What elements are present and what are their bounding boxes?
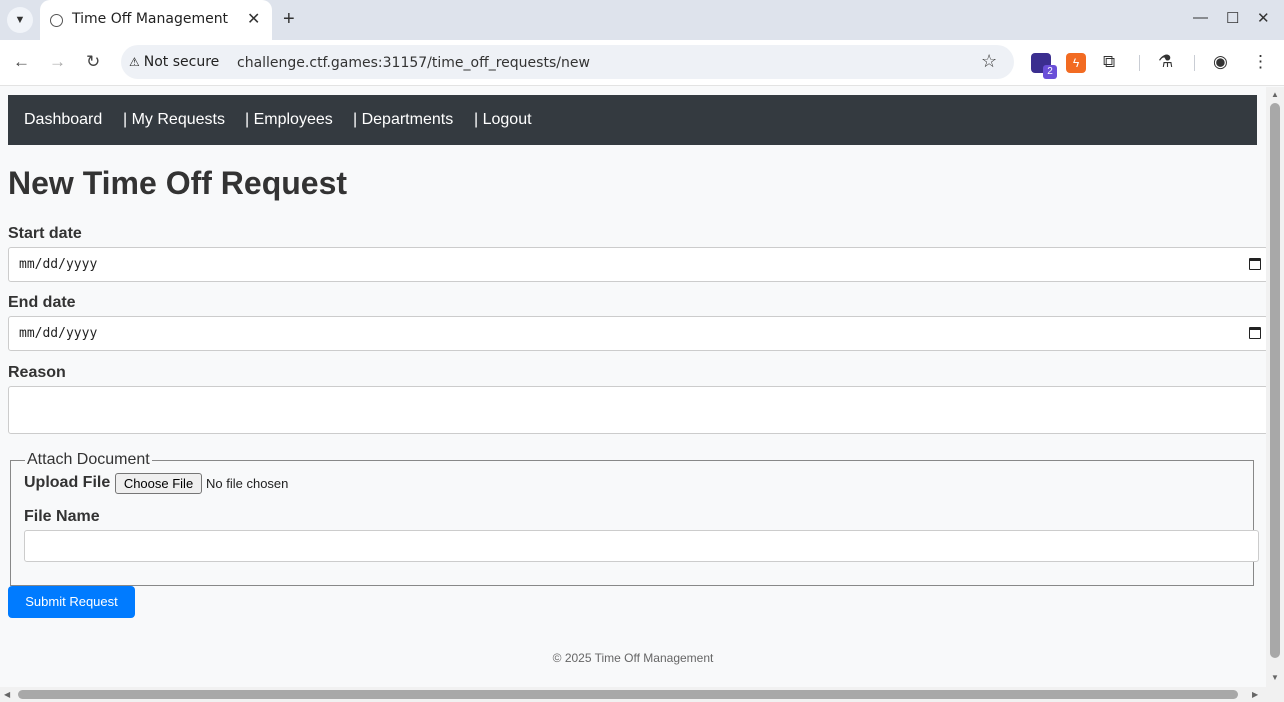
nav-link-dashboard[interactable]: Dashboard bbox=[24, 111, 102, 129]
end-date-input[interactable]: mm/dd/yyyy bbox=[8, 316, 1266, 351]
reason-label: Reason bbox=[8, 364, 66, 381]
nav-link-departments[interactable]: | Departments bbox=[353, 111, 453, 129]
horizontal-scrollbar[interactable]: ◀ ▶ bbox=[0, 687, 1266, 702]
file-name-label: File Name bbox=[24, 508, 100, 525]
url-text[interactable]: challenge.ctf.games:31157/time_off_reque… bbox=[237, 55, 590, 71]
scroll-left-arrow-icon[interactable]: ◀ bbox=[4, 690, 10, 699]
browser-tab-bar: ▼ Time Off Management ✕ + — ☐ ✕ bbox=[0, 0, 1284, 40]
start-date-label: Start date bbox=[8, 225, 82, 242]
profile-avatar-icon[interactable]: ◉ bbox=[1213, 52, 1228, 72]
reload-icon[interactable]: ↻ bbox=[86, 52, 100, 72]
minimize-icon[interactable]: — bbox=[1193, 9, 1208, 26]
attach-document-fieldset: Attach Document bbox=[10, 451, 1254, 586]
nav-link-my-requests[interactable]: | My Requests bbox=[123, 111, 225, 129]
browser-toolbar: ← → ↻ ⚠ Not secure challenge.ctf.games:31… bbox=[0, 40, 1284, 86]
extension-orange-bolt-icon[interactable]: ϟ bbox=[1066, 53, 1086, 73]
vertical-scroll-thumb[interactable] bbox=[1270, 103, 1280, 658]
calendar-icon[interactable] bbox=[1249, 327, 1261, 339]
start-date-placeholder: mm/dd/yyyy bbox=[19, 257, 98, 272]
toolbar-divider bbox=[1194, 55, 1195, 71]
warning-icon: ⚠ bbox=[129, 55, 140, 69]
calendar-icon[interactable] bbox=[1249, 258, 1261, 270]
close-tab-icon[interactable]: ✕ bbox=[247, 9, 260, 29]
submit-request-button[interactable]: Submit Request bbox=[8, 586, 135, 618]
extension-badge: 2 bbox=[1043, 65, 1057, 79]
page-title: New Time Off Request bbox=[8, 165, 348, 201]
nav-link-logout[interactable]: | Logout bbox=[474, 111, 532, 129]
security-label: Not secure bbox=[143, 54, 220, 70]
file-name-input[interactable] bbox=[24, 530, 1259, 562]
bookmark-star-icon[interactable]: ☆ bbox=[981, 51, 997, 72]
forward-arrow-icon[interactable]: → bbox=[49, 52, 66, 72]
window-close-icon[interactable]: ✕ bbox=[1257, 9, 1270, 27]
globe-icon bbox=[50, 14, 63, 27]
scroll-down-arrow-icon[interactable]: ▼ bbox=[1271, 673, 1279, 682]
tab-title: Time Off Management bbox=[72, 11, 229, 27]
end-date-placeholder: mm/dd/yyyy bbox=[19, 326, 98, 341]
maximize-icon[interactable]: ☐ bbox=[1226, 9, 1239, 27]
nav-link-employees[interactable]: | Employees bbox=[245, 111, 333, 129]
new-tab-plus-icon[interactable]: + bbox=[283, 8, 295, 31]
security-chip[interactable]: ⚠ Not secure bbox=[129, 54, 219, 70]
address-bar[interactable]: ⚠ Not secure challenge.ctf.games:31157/ti… bbox=[121, 45, 1014, 79]
extension-purple-icon[interactable]: 2 bbox=[1031, 53, 1057, 79]
scroll-right-arrow-icon[interactable]: ▶ bbox=[1252, 690, 1258, 699]
puzzle-extensions-icon[interactable]: ⧉ bbox=[1103, 52, 1115, 72]
upload-file-label: Upload File bbox=[24, 474, 111, 491]
horizontal-scroll-thumb[interactable] bbox=[18, 690, 1238, 699]
reason-textarea[interactable] bbox=[8, 386, 1266, 434]
vertical-scrollbar[interactable]: ▲ ▼ bbox=[1266, 87, 1284, 687]
no-file-chosen-text: No file chosen bbox=[206, 476, 289, 491]
scroll-up-arrow-icon[interactable]: ▲ bbox=[1271, 90, 1279, 99]
footer-copyright: © 2025 Time Off Management bbox=[552, 651, 714, 665]
scrollbar-corner bbox=[1266, 687, 1284, 702]
attach-document-legend: Attach Document bbox=[27, 451, 150, 468]
end-date-label: End date bbox=[8, 294, 76, 311]
choose-file-button[interactable]: Choose File bbox=[115, 473, 202, 494]
browser-tab[interactable]: Time Off Management ✕ bbox=[40, 0, 272, 40]
labs-flask-icon[interactable]: ⚗ bbox=[1158, 52, 1173, 72]
start-date-input[interactable]: mm/dd/yyyy bbox=[8, 247, 1266, 282]
top-navbar: Dashboard | My Requests | Employees | De… bbox=[8, 95, 1257, 145]
back-arrow-icon[interactable]: ← bbox=[13, 52, 30, 72]
page-content: Dashboard | My Requests | Employees | De… bbox=[0, 87, 1266, 687]
tab-list-chevron-icon[interactable]: ▼ bbox=[7, 7, 33, 33]
kebab-menu-icon[interactable]: ⋮ bbox=[1252, 52, 1269, 72]
toolbar-divider bbox=[1139, 55, 1140, 71]
